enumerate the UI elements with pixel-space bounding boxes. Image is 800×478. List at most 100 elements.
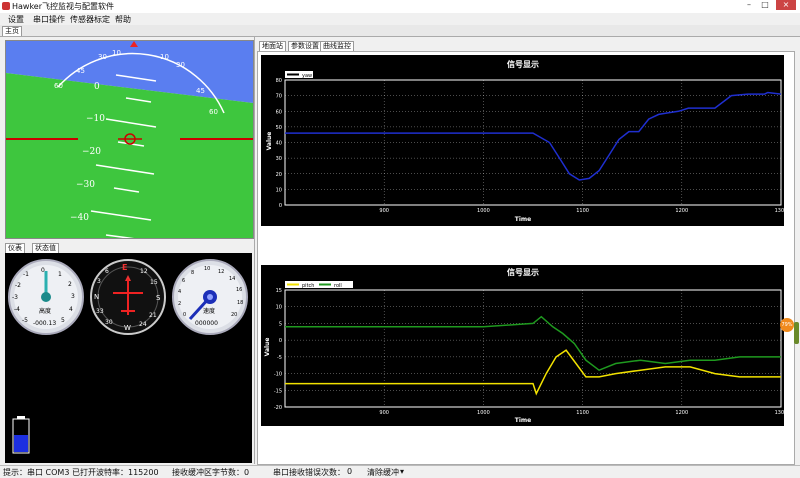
y-tick-label: 0: [279, 203, 282, 209]
alt-tick: -4: [14, 306, 20, 313]
y-tick-label: -10: [274, 372, 282, 378]
menu-sensor-calibration[interactable]: 传感器标定: [70, 14, 110, 25]
gauges-svg: 0 1 2 3 4 5 -1 -2 -3 -4 -5 高度 -000.13 E …: [8, 259, 248, 454]
altitude-digits: -000.13: [33, 320, 56, 327]
compass-letter: 6: [105, 268, 109, 275]
dropdown-caret-icon[interactable]: ▾: [400, 467, 404, 476]
x-axis-label: Time: [515, 216, 531, 223]
speed-tick: 10: [204, 266, 210, 272]
title-bar: Hawker飞控监视与配置软件 – □ ×: [0, 0, 800, 13]
y-tick-label: 10: [276, 305, 282, 311]
tab-ground-station[interactable]: 地面站: [259, 41, 286, 51]
alt-tick: 0: [41, 267, 45, 274]
compass-letter: W: [124, 324, 131, 332]
y-tick-label: 15: [276, 288, 282, 294]
roll-label: 45: [196, 87, 205, 95]
attitude-svg: 60 45 30 10 10 30 45 60 0 −10 −20 −30 −4…: [6, 41, 253, 238]
menu-help[interactable]: 帮助: [115, 14, 131, 25]
main-tabbar: 主页: [0, 25, 800, 37]
side-badge[interactable]: 79%: [780, 318, 794, 332]
compass-letter: N: [94, 293, 99, 301]
y-tick-label: 50: [276, 125, 282, 131]
compass-letter: 24: [139, 321, 147, 328]
pitch-label: −20: [82, 147, 101, 157]
status-hint: 提示：串口 COM3 已打开: [3, 468, 96, 477]
tab-curve-monitor[interactable]: 曲线监控: [320, 41, 354, 51]
series-line-yaw: [285, 91, 782, 181]
tab-gauges[interactable]: 仪表: [5, 243, 25, 253]
plot-area: -20 -15 -10 -5 0 5 10 15 900 1000 1100 1200 1300: [274, 288, 788, 416]
x-tick-label: 1200: [675, 410, 688, 416]
speed-tick: 8: [191, 270, 194, 276]
plot-frame: [284, 289, 782, 408]
alt-tick: 3: [71, 293, 75, 300]
status-rx-buffer: 接收缓冲区字节数：0: [172, 468, 250, 477]
speed-tick: 20: [231, 312, 237, 318]
clear-buffer-button[interactable]: 清除缓冲: [367, 467, 399, 478]
x-tick-label: 1300: [775, 208, 784, 214]
app-icon: [2, 2, 10, 10]
x-tick-label: 1000: [477, 208, 490, 214]
speed-gauge: 0 2 4 6 8 10 12 14 16 18 20 速度 000000: [172, 259, 248, 335]
menu-settings[interactable]: 设置: [8, 14, 24, 25]
x-tick-label: 900: [379, 208, 389, 214]
x-tick-label: 1200: [675, 208, 688, 214]
x-tick-label: 1000: [477, 410, 490, 416]
speed-label: 速度: [203, 307, 215, 315]
roll-label: 60: [209, 108, 218, 116]
tab-status-values[interactable]: 状态值: [32, 243, 59, 253]
pane-divider[interactable]: [254, 36, 255, 464]
tab-home[interactable]: 主页: [2, 26, 22, 36]
y-tick-label: 40: [276, 141, 282, 147]
alt-tick: 5: [61, 317, 65, 324]
speed-tick: 6: [182, 278, 185, 284]
x-tick-label: 1100: [576, 208, 589, 214]
pitch-label: 0: [94, 82, 100, 92]
y-tick-label: 10: [276, 187, 282, 193]
gauge-panel: 0 1 2 3 4 5 -1 -2 -3 -4 -5 高度 -000.13 E …: [5, 253, 252, 463]
alt-tick: -3: [12, 294, 18, 301]
altitude-label: 高度: [39, 307, 51, 315]
menu-bar: 设置 串口操作 传感器标定 帮助: [0, 13, 800, 25]
alt-tick: 1: [58, 271, 62, 278]
y-tick-label: -5: [277, 355, 282, 361]
scroll-handle[interactable]: [794, 322, 799, 344]
speed-tick: 0: [183, 312, 186, 318]
close-icon[interactable]: ×: [776, 0, 796, 10]
alt-tick: -2: [15, 282, 21, 289]
battery-icon: [12, 416, 30, 454]
speed-tick: 2: [178, 301, 181, 307]
chart-title: 信号显示: [507, 59, 539, 69]
plot-frame: [284, 79, 782, 206]
compass-letter: 15: [150, 279, 158, 286]
legend-label-pitch: pitch: [302, 283, 314, 289]
minimize-icon[interactable]: –: [744, 0, 754, 10]
plot-area: 0 10 20 30 40 50 60 70 80 900 1000 1100 1200 1300: [276, 78, 788, 214]
x-tick-label: 1100: [576, 410, 589, 416]
speed-hub-center: [207, 294, 213, 300]
compass-gauge: E 6 3 N 33 30 W 24 21 S 15 12: [90, 259, 166, 335]
y-tick-label: 70: [276, 94, 282, 100]
menu-serial[interactable]: 串口操作: [33, 14, 65, 25]
compass-letter: 12: [140, 268, 148, 275]
y-tick-label: 80: [276, 78, 282, 84]
speed-tick: 12: [218, 269, 224, 275]
alt-tick: 4: [69, 306, 73, 313]
roll-label: 30: [176, 61, 185, 69]
alt-tick: -5: [22, 317, 28, 324]
series-line-pitch: [285, 349, 781, 396]
pitch-label: −30: [76, 180, 95, 190]
y-tick-label: 30: [276, 156, 282, 162]
compass-letter: E: [122, 263, 127, 272]
altitude-hub: [41, 292, 51, 302]
y-tick-label: 20: [276, 172, 282, 178]
roll-label: 10: [112, 49, 121, 57]
y-axis-label: Value: [266, 132, 273, 151]
yaw-chart: yaw 信号显示 Time Value 0 10 20 30 40 50 60 70 80 900…: [261, 55, 788, 226]
tab-parameters[interactable]: 参数设置: [288, 41, 322, 51]
compass-letter: 21: [149, 312, 157, 319]
chart-svg-2: pitch roll 信号显示 Time Value -20 -15 -10 -5 0 5…: [264, 267, 788, 424]
speed-tick: 18: [237, 300, 243, 306]
maximize-icon[interactable]: □: [760, 0, 770, 10]
speed-tick: 4: [178, 289, 181, 295]
